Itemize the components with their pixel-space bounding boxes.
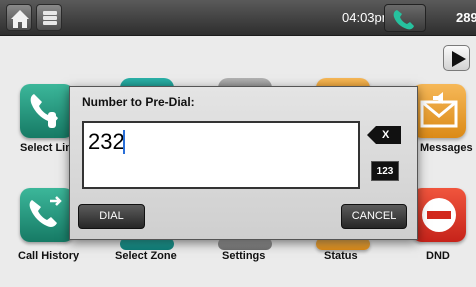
dial-button[interactable]: DIAL [78, 204, 145, 229]
backspace-label: X [382, 129, 390, 141]
pre-dial-number-value: 232 [88, 129, 125, 154]
cancel-button[interactable]: CANCEL [341, 204, 407, 229]
pre-dial-dialog: Number to Pre-Dial: 232 X 123 DIAL CANCE… [69, 86, 418, 240]
call-history-tile[interactable] [20, 188, 74, 242]
phone-arrows-icon [29, 196, 62, 227]
select-zone-label: Select Zone [115, 250, 177, 262]
home-icon [11, 10, 29, 28]
do-not-disturb-icon [422, 198, 456, 232]
messages-tile[interactable] [412, 84, 466, 138]
pre-dial-number-input[interactable]: 232 [82, 121, 360, 189]
phone-touch-icon [30, 94, 58, 128]
status-label: Status [324, 250, 358, 262]
call-history-label: Call History [18, 250, 80, 262]
phone-handset-icon [393, 10, 414, 30]
top-bar: 04:03pm 289 [0, 0, 476, 36]
messages-label: Messages [420, 142, 473, 154]
text-caret [123, 130, 125, 154]
backspace-button[interactable]: X [367, 126, 401, 144]
next-page-button[interactable] [443, 45, 470, 71]
menu-button[interactable] [36, 4, 62, 31]
dnd-label: DND [426, 250, 450, 262]
line-status-button[interactable] [384, 4, 426, 32]
keypad-mode-button[interactable]: 123 [371, 161, 399, 181]
dnd-tile[interactable] [412, 188, 466, 242]
home-button[interactable] [6, 4, 32, 31]
select-line-tile[interactable] [20, 84, 74, 138]
play-arrow-icon [452, 51, 466, 67]
extension-number: 289 [456, 10, 476, 25]
envelope-speaker-icon [420, 92, 458, 128]
dialog-title: Number to Pre-Dial: [82, 95, 195, 109]
settings-label: Settings [222, 250, 266, 262]
